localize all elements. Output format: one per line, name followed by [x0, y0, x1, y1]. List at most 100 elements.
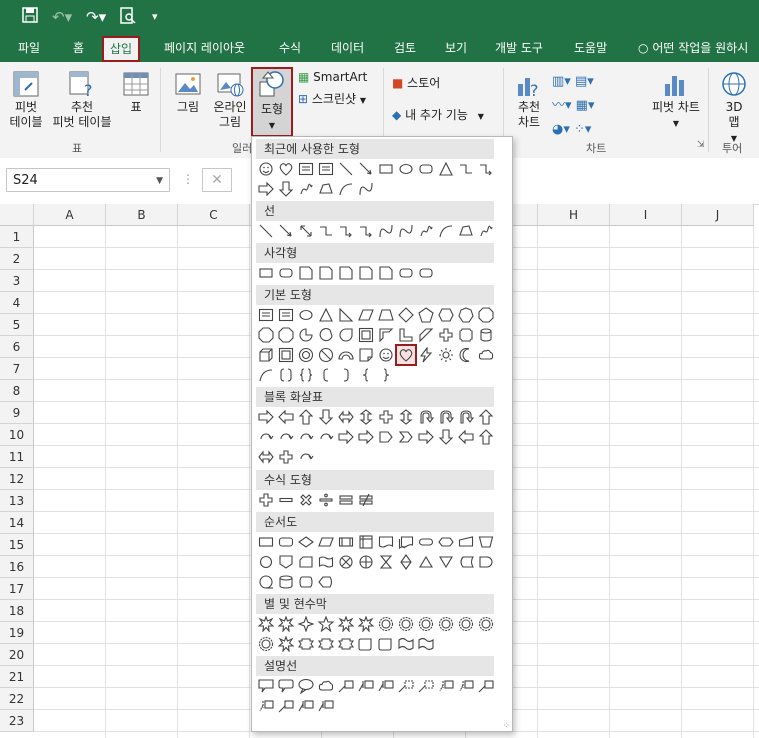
- shape-hex-icon[interactable]: [436, 305, 456, 325]
- shape-dblarrow-icon[interactable]: [296, 221, 316, 241]
- shape-seal-icon[interactable]: [456, 614, 476, 634]
- shape-circarr-icon[interactable]: [276, 427, 296, 447]
- smartart-button[interactable]: ▦ SmartArt: [298, 70, 367, 85]
- shape-text-icon[interactable]: [256, 305, 276, 325]
- shape-rrect-icon[interactable]: [396, 263, 416, 283]
- shape-arrL-icon[interactable]: [456, 427, 476, 447]
- shape-ribbon-icon[interactable]: [336, 634, 356, 654]
- shape-arrU-icon[interactable]: [476, 427, 496, 447]
- table-button[interactable]: 표: [118, 70, 154, 115]
- shape-fc-ext-icon[interactable]: [416, 552, 436, 572]
- shape-pent-icon[interactable]: [416, 305, 436, 325]
- shape-frame-icon[interactable]: [356, 325, 376, 345]
- shape-chevron-icon[interactable]: [396, 427, 416, 447]
- shape-tri-icon[interactable]: [316, 305, 336, 325]
- row-header-15[interactable]: 15: [0, 534, 34, 556]
- shape-equal-icon[interactable]: [336, 490, 356, 510]
- row-header-23[interactable]: 23: [0, 710, 34, 732]
- shape-arrU-icon[interactable]: [476, 407, 496, 427]
- shape-moon-icon[interactable]: [456, 345, 476, 365]
- shape-elbowarr-icon[interactable]: [476, 159, 496, 179]
- shape-arrU-icon[interactable]: [296, 407, 316, 427]
- shape-circarr-icon[interactable]: [296, 427, 316, 447]
- select-all-corner[interactable]: [0, 204, 34, 226]
- shape-snip-icon[interactable]: [376, 263, 396, 283]
- row-header-18[interactable]: 18: [0, 600, 34, 622]
- shape-blockarc-icon[interactable]: [336, 345, 356, 365]
- shape-fc-alt-icon[interactable]: [276, 532, 296, 552]
- shape-fc-coll-icon[interactable]: [376, 552, 396, 572]
- shape-burst-icon[interactable]: [356, 614, 376, 634]
- shape-circarr-icon[interactable]: [296, 447, 316, 467]
- shape-teardrop-icon[interactable]: [336, 325, 356, 345]
- shape-arc-icon[interactable]: [336, 179, 356, 199]
- shape-fc-sum-icon[interactable]: [336, 552, 356, 572]
- shape-scroll-icon[interactable]: [356, 634, 376, 654]
- row-header-14[interactable]: 14: [0, 512, 34, 534]
- shape-scroll-icon[interactable]: [376, 634, 396, 654]
- row-header-17[interactable]: 17: [0, 578, 34, 600]
- shape-diamond-icon[interactable]: [396, 305, 416, 325]
- shape-arrD-icon[interactable]: [276, 179, 296, 199]
- shape-ribbon-icon[interactable]: [316, 634, 336, 654]
- pivot-chart-button[interactable]: 피벗 차트 ▼: [648, 70, 704, 131]
- row-header-1[interactable]: 1: [0, 226, 34, 248]
- shape-nosym-icon[interactable]: [316, 345, 336, 365]
- name-box[interactable]: S24 ▼: [6, 168, 170, 192]
- column-header-i[interactable]: I: [610, 204, 682, 226]
- tell-me-search[interactable]: ○ 어떤 작업을 원하시: [638, 34, 748, 62]
- shape-fc-offpage-icon[interactable]: [276, 552, 296, 572]
- shape-arrLR-icon[interactable]: [256, 447, 276, 467]
- shape-uturn-icon[interactable]: [436, 407, 456, 427]
- tab-view[interactable]: 보기: [445, 34, 467, 62]
- my-addins-button[interactable]: ◆ 내 추가 기능 ▼: [392, 108, 484, 124]
- row-header-2[interactable]: 2: [0, 248, 34, 270]
- shape-diagstripe-icon[interactable]: [416, 325, 436, 345]
- store-button[interactable]: ■ 스토어: [392, 76, 440, 91]
- shape-elbow-icon[interactable]: [456, 159, 476, 179]
- row-header-4[interactable]: 4: [0, 292, 34, 314]
- shape-burst-icon[interactable]: [276, 614, 296, 634]
- shape-burst-icon[interactable]: [276, 634, 296, 654]
- shape-arc-icon[interactable]: [256, 365, 276, 385]
- tab-formulas[interactable]: 수식: [279, 34, 301, 62]
- recommended-pivot-button[interactable]: ? 추천 피벗 테이블: [48, 70, 116, 130]
- shape-elbowarr-icon[interactable]: [356, 221, 376, 241]
- shape-fc-dec-icon[interactable]: [296, 532, 316, 552]
- chart-type-buttons[interactable]: ▥▾ ▤▾ 〰▾ ▦▾ ◕▾ ⁘▾: [552, 70, 644, 142]
- shape-star4-icon[interactable]: [296, 614, 316, 634]
- shape-fc-card-icon[interactable]: [296, 552, 316, 572]
- shape-snip-icon[interactable]: [356, 263, 376, 283]
- shape-divide-icon[interactable]: [316, 490, 336, 510]
- shape-halfframe-icon[interactable]: [376, 325, 396, 345]
- screenshot-button[interactable]: ⊞ 스크린샷 ▼: [298, 92, 366, 108]
- shape-callacc-icon[interactable]: [256, 696, 276, 716]
- shape-seal-icon[interactable]: [436, 614, 456, 634]
- shape-rrect-icon[interactable]: [416, 159, 436, 179]
- shape-rbrace-icon[interactable]: [376, 365, 396, 385]
- tab-review[interactable]: 검토: [394, 34, 416, 62]
- shape-fc-doc-icon[interactable]: [376, 532, 396, 552]
- shape-fc-sort-icon[interactable]: [396, 552, 416, 572]
- row-header-11[interactable]: 11: [0, 446, 34, 468]
- shape-oct-icon[interactable]: [476, 305, 496, 325]
- shape-trap-icon[interactable]: [376, 305, 396, 325]
- shape-rect-icon[interactable]: [256, 263, 276, 283]
- shape-para-icon[interactable]: [356, 305, 376, 325]
- shape-pentarr-icon[interactable]: [376, 427, 396, 447]
- shape-rrect-icon[interactable]: [276, 263, 296, 283]
- shape-uturn-icon[interactable]: [416, 407, 436, 427]
- shape-ribbon-icon[interactable]: [296, 634, 316, 654]
- shape-arrR-icon[interactable]: [416, 427, 436, 447]
- shape-callbar-icon[interactable]: [316, 696, 336, 716]
- shape-callacc-icon[interactable]: [436, 676, 456, 696]
- shape-rbrkt-icon[interactable]: [336, 365, 356, 385]
- shape-callrect-icon[interactable]: [256, 676, 276, 696]
- 3d-map-button[interactable]: 3D 맵 ▼: [714, 70, 754, 146]
- row-header-6[interactable]: 6: [0, 336, 34, 358]
- shape-can-icon[interactable]: [476, 325, 496, 345]
- tab-insert[interactable]: 삽입: [102, 36, 141, 62]
- shape-heart-icon[interactable]: [395, 344, 417, 366]
- shape-fc-display-icon[interactable]: [316, 572, 336, 592]
- shape-heart-icon[interactable]: [276, 159, 296, 179]
